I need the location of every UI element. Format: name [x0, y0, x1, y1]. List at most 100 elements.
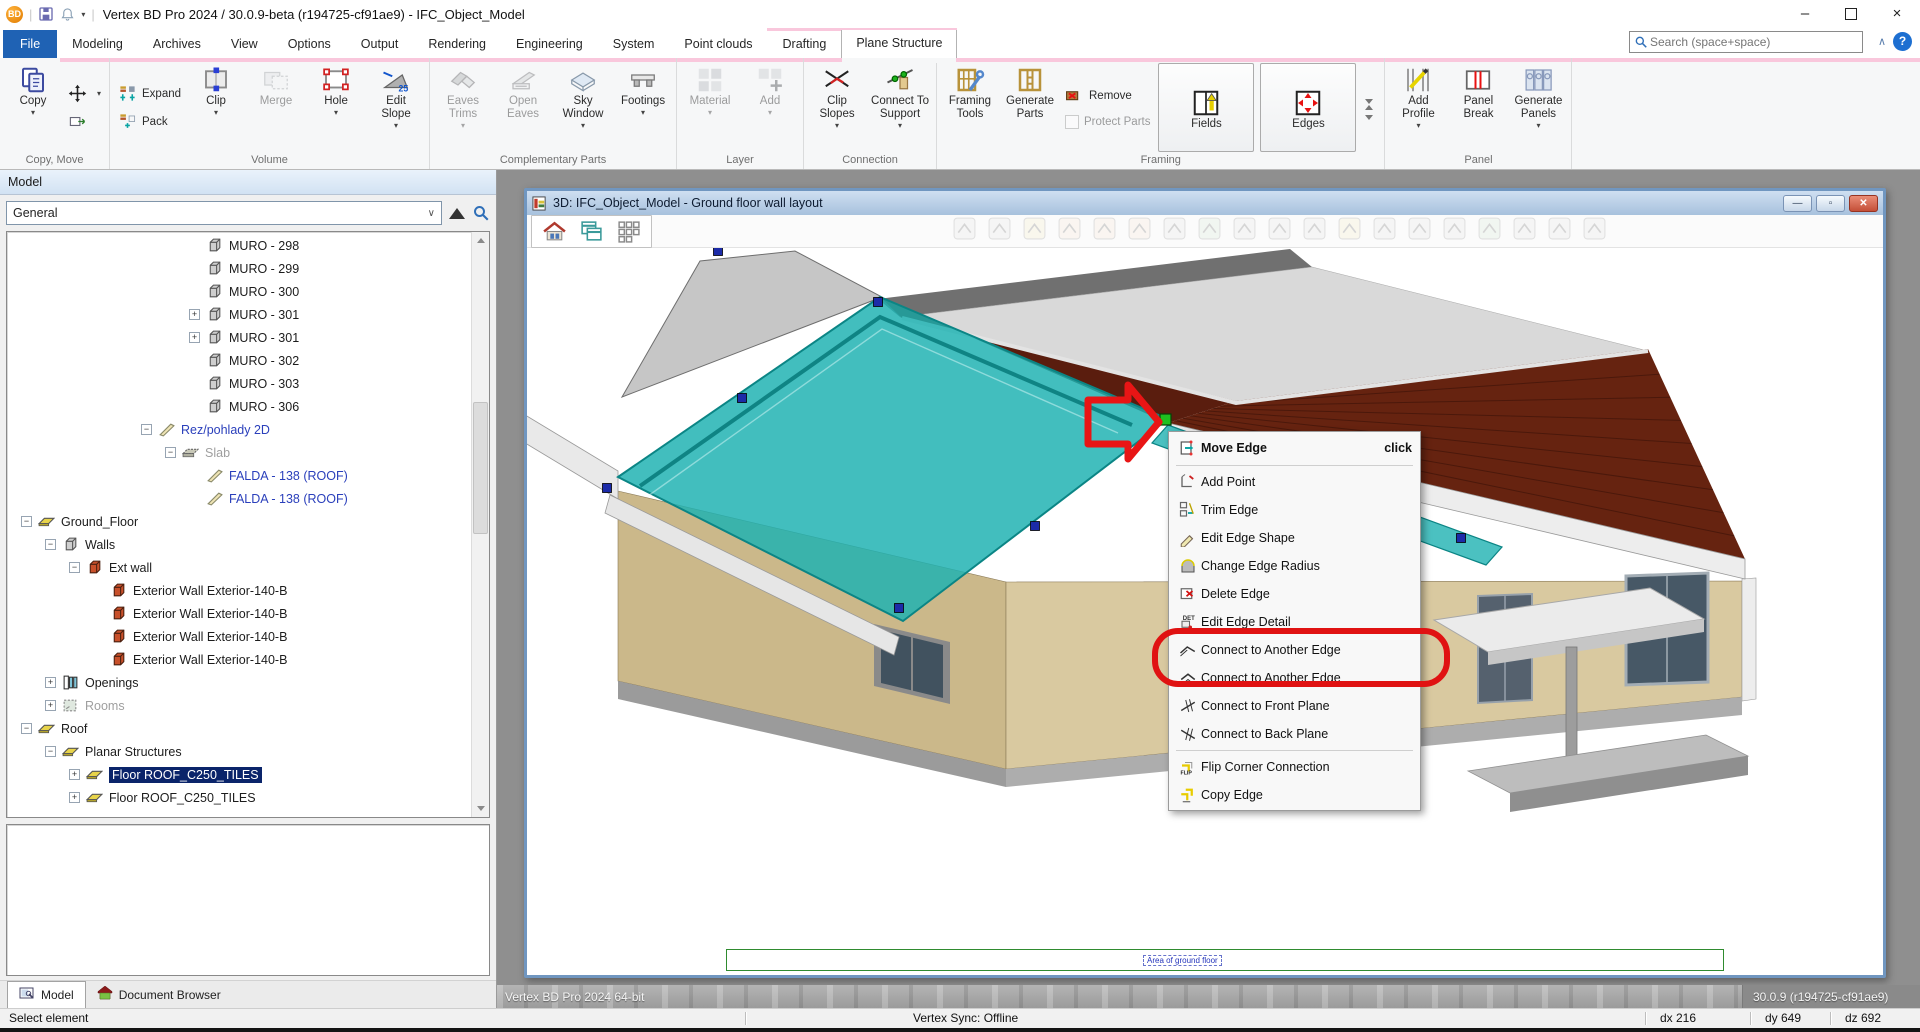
tree-item[interactable]: −Walls [7, 533, 472, 556]
generate-panels-icon-button[interactable]: Generate Panels▾ [1508, 62, 1568, 153]
tab-options[interactable]: Options [273, 31, 346, 58]
cascade-windows-icon[interactable] [579, 219, 604, 244]
generate-parts-icon-button[interactable]: Generate Parts [1000, 62, 1060, 153]
tree-scrollbar[interactable] [471, 232, 489, 817]
collapse-icon[interactable]: − [141, 424, 152, 435]
tree-item[interactable]: −FALDA - 138 (ROOF) [7, 487, 472, 510]
expand-icon[interactable]: + [189, 332, 200, 343]
tree-item[interactable]: −Slab [7, 441, 472, 464]
footings-icon-button[interactable]: Footings▾ [613, 62, 673, 153]
connect-support-icon-button[interactable]: Connect To Support▾ [867, 62, 933, 153]
tree-item[interactable]: −Exterior Wall Exterior-140-B [7, 625, 472, 648]
menu-item-connect-to-back-plane[interactable]: Connect to Back Plane [1169, 720, 1420, 748]
menu-item-trim-edge[interactable]: Trim Edge [1169, 496, 1420, 524]
tree-filter-dropdown[interactable]: General ∨ [6, 201, 442, 225]
tab-archives[interactable]: Archives [138, 31, 216, 58]
tab-plane-structure[interactable]: Plane Structure [841, 29, 957, 58]
scroll-up-icon[interactable] [473, 233, 488, 248]
pack-button[interactable]: Pack [118, 112, 181, 131]
ribbon-scroll-down-icon[interactable] [1365, 104, 1375, 112]
tab-modeling[interactable]: Modeling [57, 31, 138, 58]
collapse-icon[interactable]: − [45, 539, 56, 550]
expand-icon[interactable]: + [69, 769, 80, 780]
menu-item-change-edge-radius[interactable]: Change Edge Radius [1169, 552, 1420, 580]
viewport-minimize-button[interactable]: — [1783, 195, 1812, 212]
maximize-button[interactable] [1828, 0, 1874, 27]
tile-windows-icon[interactable] [616, 219, 641, 244]
collapse-icon[interactable]: − [21, 723, 32, 734]
tab-engineering[interactable]: Engineering [501, 31, 598, 58]
tree-item[interactable]: +Rooms [7, 694, 472, 717]
expand-icon[interactable]: + [69, 792, 80, 803]
tree-item[interactable]: −Exterior Wall Exterior-140-B [7, 602, 472, 625]
collapse-tree-button[interactable] [449, 208, 465, 219]
collapse-icon[interactable]: − [165, 447, 176, 458]
tree-item[interactable]: −MURO - 303 [7, 372, 472, 395]
clip-slopes-icon-button[interactable]: Clip Slopes▾ [807, 62, 867, 153]
menu-item-add-point[interactable]: Add Point [1169, 468, 1420, 496]
panel-break-icon-button[interactable]: Panel Break [1448, 62, 1508, 153]
viewport-restore-button[interactable]: ▫ [1816, 195, 1845, 212]
menu-item-edit-edge-shape[interactable]: Edit Edge Shape [1169, 524, 1420, 552]
menu-item-flip-corner-connection[interactable]: FLIPFlip Corner Connection [1169, 753, 1420, 781]
menu-item-delete-edge[interactable]: Delete Edge [1169, 580, 1420, 608]
save-icon[interactable] [38, 6, 54, 22]
tab-output[interactable]: Output [346, 31, 414, 58]
tree-item[interactable]: −Planar Structures [7, 740, 472, 763]
tree-item[interactable]: −MURO - 300 [7, 280, 472, 303]
hole-icon-button[interactable]: Hole▾ [306, 62, 366, 153]
notifications-bell-icon[interactable] [60, 7, 75, 22]
floor-plan-view-icon[interactable] [542, 219, 567, 244]
expand-icon[interactable]: + [45, 677, 56, 688]
collapse-icon[interactable]: − [21, 516, 32, 527]
ribbon-more-icon[interactable] [1365, 120, 1375, 128]
tab-rendering[interactable]: Rendering [413, 31, 501, 58]
send-button[interactable] [68, 112, 101, 131]
viewport-close-button[interactable]: ✕ [1849, 195, 1878, 212]
collapse-icon[interactable]: − [45, 746, 56, 757]
viewport-title-bar[interactable]: 3D: IFC_Object_Model - Ground floor wall… [527, 191, 1883, 215]
tree-item[interactable]: −Ground_Floor [7, 510, 472, 533]
tree-item[interactable]: −Ext wall [7, 556, 472, 579]
tree-item[interactable]: −MURO - 298 [7, 234, 472, 257]
ribbon-scroll-up-icon[interactable] [1365, 88, 1375, 96]
menu-item-connect-to-another-edge[interactable]: Connect to Another Edge [1169, 664, 1420, 692]
tab-view[interactable]: View [216, 31, 273, 58]
sky-window-icon-button[interactable]: Sky Window▾ [553, 62, 613, 153]
menu-item-move-edge[interactable]: Move Edgeclick [1169, 433, 1420, 463]
minimize-button[interactable]: – [1782, 0, 1828, 27]
tree-item[interactable]: −Exterior Wall Exterior-140-B [7, 579, 472, 602]
tree-item[interactable]: −MURO - 302 [7, 349, 472, 372]
menu-item-edit-edge-detail[interactable]: DETEdit Edge Detail [1169, 608, 1420, 636]
scroll-down-icon[interactable] [473, 801, 488, 816]
move-button[interactable]: ▾ [68, 84, 101, 103]
expand-icon[interactable]: + [189, 309, 200, 320]
tree-item[interactable]: +MURO - 301 [7, 326, 472, 349]
tree-item[interactable]: −Rez/pohlady 2D [7, 418, 472, 441]
tab-file[interactable]: File [3, 30, 57, 58]
scrollbar-thumb[interactable] [473, 402, 488, 534]
bottom-tab-document-browser[interactable]: Document Browser [86, 982, 232, 1008]
tree-search-icon[interactable] [472, 204, 490, 222]
tree-item[interactable]: +Openings [7, 671, 472, 694]
customize-toolbar-icon[interactable]: ▾ [81, 10, 85, 19]
expand-icon[interactable]: + [45, 700, 56, 711]
tree-item[interactable]: −Roof [7, 717, 472, 740]
tree-item[interactable]: −MURO - 299 [7, 257, 472, 280]
clip-icon-button[interactable]: Clip▾ [186, 62, 246, 153]
tab-system[interactable]: System [598, 31, 670, 58]
menu-item-connect-to-another-edge[interactable]: Connect to Another Edge [1169, 636, 1420, 664]
tab-point-clouds[interactable]: Point clouds [669, 31, 767, 58]
collapse-ribbon-icon[interactable]: ∧ [1878, 35, 1886, 48]
search-input[interactable] [1648, 34, 1858, 50]
framing-tools-icon-button[interactable]: Framing Tools [940, 62, 1000, 153]
help-button[interactable]: ? [1893, 32, 1912, 51]
remove-button[interactable]: Remove [1065, 87, 1150, 106]
search-box[interactable] [1629, 31, 1863, 53]
fields-icon-button[interactable]: Fields [1158, 63, 1254, 152]
tree-item[interactable]: −FALDA - 138 (ROOF) [7, 464, 472, 487]
expand-button[interactable]: Expand [118, 84, 181, 103]
close-button[interactable]: × [1874, 0, 1920, 27]
tree-item[interactable]: −Exterior Wall Exterior-140-B [7, 648, 472, 671]
tab-drafting[interactable]: Drafting [768, 31, 842, 58]
